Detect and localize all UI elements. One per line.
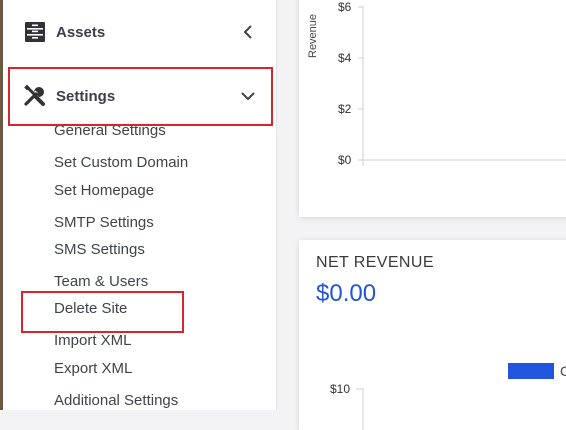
sidebar-item-assets[interactable]: Assets <box>3 12 276 52</box>
net-revenue-chart-axes <box>356 388 364 430</box>
submenu-team-users[interactable]: Team & Users <box>54 273 148 290</box>
sidebar: Assets Settings General Settings Set Cus… <box>3 0 277 410</box>
submenu-additional-settings[interactable]: Additional Settings <box>54 392 178 409</box>
submenu-sms-settings[interactable]: SMS Settings <box>54 241 145 258</box>
cabinet-icon <box>25 22 45 42</box>
submenu-export-xml[interactable]: Export XML <box>54 360 132 377</box>
sidebar-item-label: Assets <box>56 23 106 41</box>
delete-site-highlight-box <box>21 291 184 333</box>
submenu-smtp-settings[interactable]: SMTP Settings <box>54 214 154 231</box>
submenu-set-custom-domain[interactable]: Set Custom Domain <box>54 154 188 171</box>
submenu-import-xml[interactable]: Import XML <box>54 332 132 349</box>
chevron-left-icon[interactable] <box>240 24 256 40</box>
revenue-chart-card: Revenue $6 $4 $2 $0 <box>299 0 566 217</box>
net-revenue-card: NET REVENUE $0.00 C $10 <box>299 240 566 430</box>
settings-highlight-box <box>8 67 273 126</box>
revenue-chart-axes <box>358 6 566 166</box>
submenu-set-homepage[interactable]: Set Homepage <box>54 182 154 199</box>
